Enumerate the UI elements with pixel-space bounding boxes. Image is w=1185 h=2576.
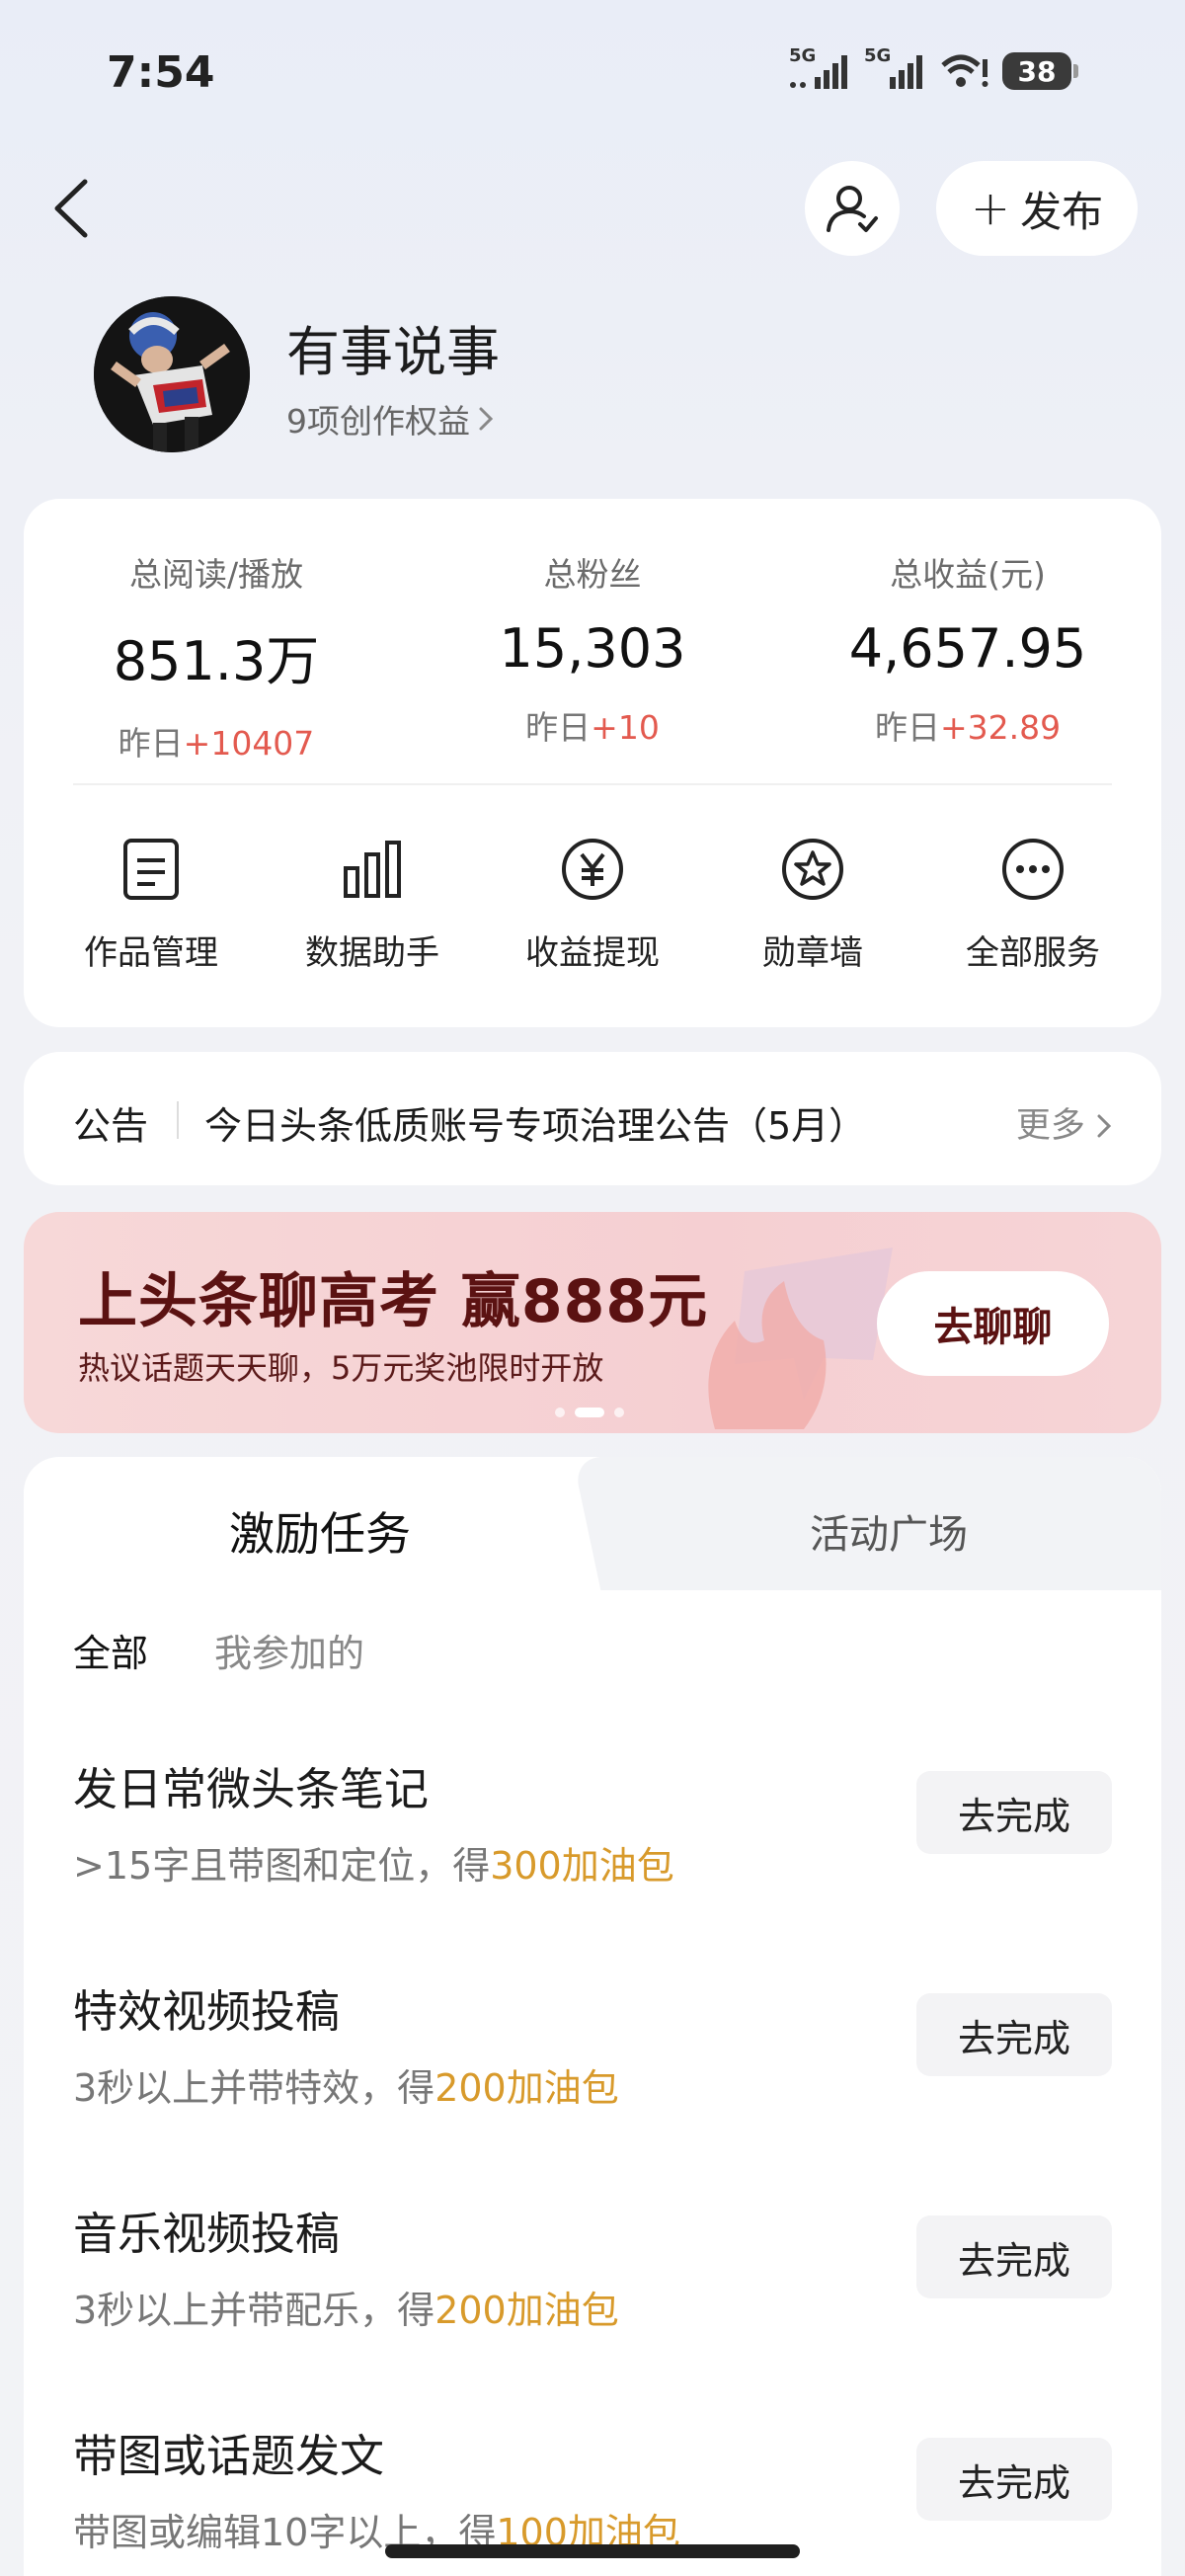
tool-label: 勋章墙: [762, 933, 863, 973]
tool-income-withdraw[interactable]: 收益提现: [494, 835, 691, 974]
divider: [177, 1101, 179, 1139]
tool-label: 数据助手: [305, 933, 439, 973]
tool-label: 作品管理: [84, 933, 218, 973]
banner-cta-button[interactable]: 去聊聊: [877, 1271, 1109, 1376]
notice-more-link[interactable]: 更多: [1016, 1097, 1112, 1148]
tab-incentive-tasks[interactable]: 激励任务: [24, 1498, 616, 1564]
back-button[interactable]: [47, 176, 97, 241]
task-reward: 200加油包: [434, 2289, 619, 2332]
chevron-right-icon: [479, 407, 494, 431]
medal-icon: [778, 835, 847, 904]
avatar[interactable]: [94, 296, 250, 452]
status-time: 7:54: [107, 47, 215, 98]
avatar-image: [94, 296, 250, 452]
tool-medal-wall[interactable]: 勋章墙: [714, 835, 911, 974]
stat-label: 总粉丝: [543, 555, 642, 594]
task-item: 带图或话题发文 带图或编辑10字以上，得100加油包 去完成: [73, 2420, 1112, 2556]
tasks-card: 激励任务 活动广场 全部 我参加的 发日常微头条笔记 >15字且带图和定位，得3…: [24, 1457, 1161, 2576]
task-complete-button[interactable]: 去完成: [916, 1993, 1112, 2076]
tool-all-services[interactable]: 全部服务: [934, 835, 1132, 974]
task-complete-button[interactable]: 去完成: [916, 2215, 1112, 2298]
stats-card: 总阅读/播放 851.3万 昨日+10407 总粉丝 15,303 昨日+10 …: [24, 499, 1161, 1027]
task-complete-button[interactable]: 去完成: [916, 1771, 1112, 1854]
task-reward: 300加油包: [490, 1844, 674, 1888]
divider: [73, 783, 1112, 785]
creator-rights-label: 9项创作权益: [286, 402, 470, 441]
document-icon: [117, 835, 186, 904]
stat-delta: 昨日+32.89: [874, 708, 1062, 747]
tool-data-assistant[interactable]: 数据助手: [274, 835, 471, 974]
status-icons: 5G 5G 38: [789, 45, 1078, 91]
promo-banner[interactable]: 上头条聊高考 赢888元 热议话题天天聊，5万元奖池限时开放 去聊聊: [24, 1212, 1161, 1433]
cellular-signal-icon: 5G: [864, 45, 925, 91]
user-check-icon: [827, 186, 878, 232]
cellular-signal-icon: 5G: [789, 45, 850, 91]
stat-total-reads[interactable]: 总阅读/播放 851.3万 昨日+10407: [58, 548, 374, 765]
home-indicator[interactable]: [385, 2544, 800, 2558]
chevron-right-icon: [1097, 1114, 1112, 1138]
stat-value: 15,303: [499, 617, 686, 680]
task-item: 音乐视频投稿 3秒以上并带配乐，得200加油包 去完成: [73, 2198, 1112, 2334]
task-complete-button[interactable]: 去完成: [916, 2438, 1112, 2521]
more-icon: [998, 835, 1067, 904]
chevron-left-icon: [54, 179, 88, 238]
stat-delta: 昨日+10407: [118, 724, 315, 763]
banner-subtitle: 热议话题天天聊，5万元奖池限时开放: [78, 1349, 604, 1387]
status-bar: 7:54 5G 5G 38: [0, 0, 1185, 148]
network-type-label: 5G: [864, 45, 892, 66]
filter-all[interactable]: 全部: [73, 1623, 148, 1677]
tool-label: 全部服务: [966, 933, 1100, 973]
notice-more-label: 更多: [1015, 1106, 1085, 1146]
banner-title: 上头条聊高考 赢888元: [78, 1267, 709, 1336]
yuan-icon: [558, 835, 627, 904]
notice-bar[interactable]: 公告 今日头条低质账号专项治理公告（5月） 更多: [24, 1052, 1161, 1185]
network-type-label: 5G: [789, 45, 817, 66]
publish-button[interactable]: + 发布: [936, 161, 1138, 256]
stat-total-fans[interactable]: 总粉丝 15,303 昨日+10: [434, 548, 750, 749]
stat-label: 总阅读/播放: [128, 555, 304, 594]
notice-text[interactable]: 今日头条低质账号专项治理公告（5月）: [204, 1095, 866, 1150]
battery-icon: 38: [1002, 52, 1078, 90]
notice-tag: 公告: [73, 1104, 149, 1148]
creator-rights-link[interactable]: 9项创作权益: [286, 395, 494, 443]
carousel-dots: [555, 1408, 624, 1417]
stat-label: 总收益(元): [890, 555, 1046, 594]
bar-chart-icon: [338, 835, 407, 904]
tool-works-management[interactable]: 作品管理: [52, 835, 250, 974]
task-item: 特效视频投稿 3秒以上并带特效，得200加油包 去完成: [73, 1975, 1112, 2112]
publish-label: 发布: [1020, 187, 1104, 236]
stat-total-income[interactable]: 总收益(元) 4,657.95 昨日+32.89: [810, 548, 1126, 749]
task-item: 发日常微头条笔记 >15字且带图和定位，得300加油包 去完成: [73, 1753, 1112, 1890]
stat-value: 851.3万: [113, 630, 320, 692]
wifi-icon: [939, 51, 988, 91]
carousel-dot[interactable]: [555, 1408, 565, 1417]
plus-icon: +: [970, 181, 1011, 236]
carousel-dot-active[interactable]: [575, 1408, 604, 1417]
user-follow-button[interactable]: [805, 161, 900, 256]
task-reward: 200加油包: [434, 2066, 619, 2110]
carousel-dot[interactable]: [614, 1408, 624, 1417]
stat-value: 4,657.95: [848, 617, 1087, 680]
tab-activity-square[interactable]: 活动广场: [616, 1502, 1161, 1560]
tool-label: 收益提现: [525, 933, 660, 973]
profile-name: 有事说事: [286, 321, 500, 383]
stat-delta: 昨日+10: [525, 708, 660, 747]
filter-joined[interactable]: 我参加的: [214, 1623, 364, 1677]
